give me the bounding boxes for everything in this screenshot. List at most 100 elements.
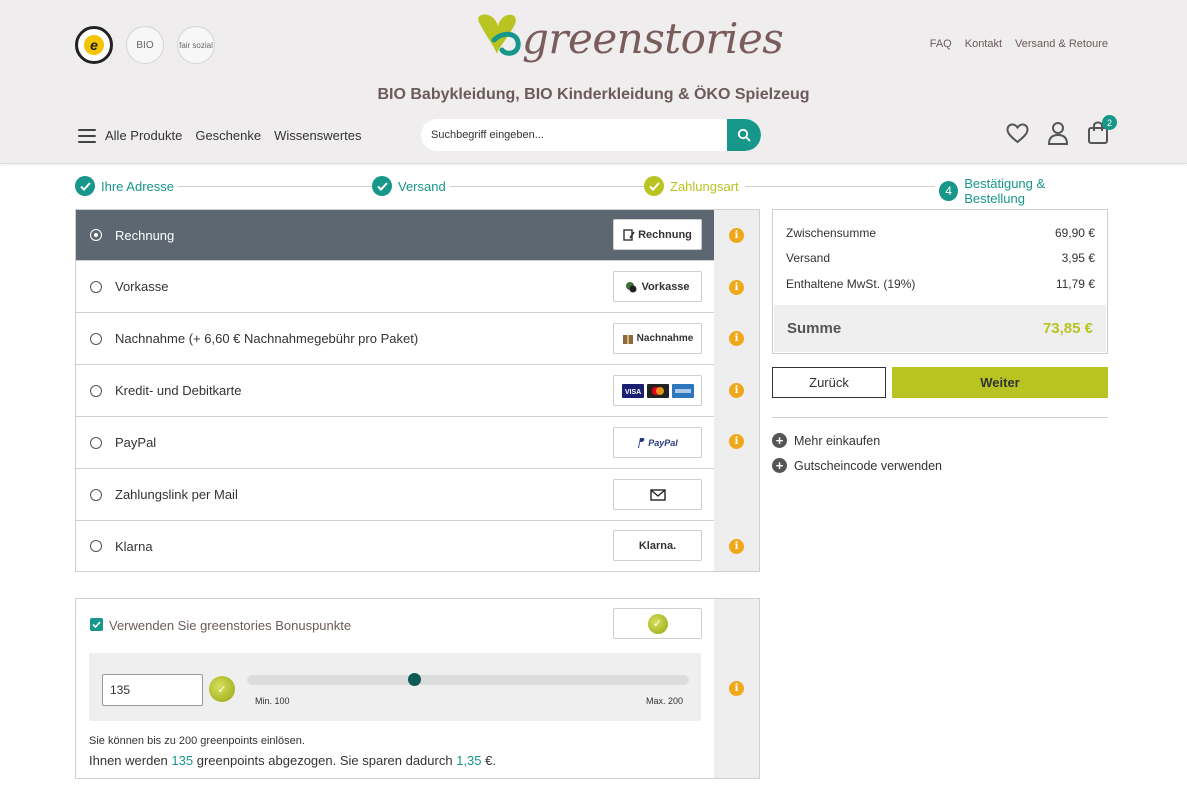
account-user-icon[interactable] xyxy=(1047,121,1069,145)
klarna-logo: Klarna. xyxy=(613,530,702,561)
nav-item-wissenswertes[interactable]: Wissenswertes xyxy=(274,128,361,143)
payment-label: Klarna xyxy=(115,538,153,554)
step-zahlungsart[interactable]: Zahlungsart xyxy=(644,176,743,196)
payment-label: Vorkasse xyxy=(115,279,169,294)
points-slider-handle[interactable] xyxy=(407,673,421,686)
step-number: 4 xyxy=(939,181,959,201)
points-input[interactable]: 135 xyxy=(102,674,203,706)
main-nav: Alle Produkte Geschenke Wissenswertes xyxy=(78,128,362,143)
versand-retoure-link[interactable]: Versand & Retoure xyxy=(1015,38,1108,50)
payment-label: Zahlungslink per Mail xyxy=(115,487,238,502)
search-input[interactable] xyxy=(421,119,727,151)
bonus-points-panel: Verwenden Sie greenstories Bonuspunkte ✓… xyxy=(75,598,760,779)
step-label: Ihre Adresse xyxy=(101,178,174,194)
trust-badges: e BIO fair sozial xyxy=(75,26,215,64)
bonus-note: Sie können bis zu 200 greenpoints einlös… xyxy=(89,735,305,747)
greenpoints-icon: ✓ xyxy=(647,613,668,634)
search-button[interactable] xyxy=(727,119,761,151)
radio-unselected[interactable] xyxy=(90,540,102,552)
mastercard-icon xyxy=(646,383,669,398)
checkout-steps: Ihre Adresse Versand Zahlungsart 4 Bestä… xyxy=(75,176,1108,206)
step-label: Zahlungsart xyxy=(670,178,739,194)
mail-logo xyxy=(613,479,702,510)
back-button[interactable]: Zurück xyxy=(772,367,886,398)
site-header: e BIO fair sozial greenstories BIO Babyk… xyxy=(0,0,1187,164)
paypal-icon xyxy=(638,437,645,448)
faq-link[interactable]: FAQ xyxy=(930,38,952,50)
top-links: FAQ Kontakt Versand & Retoure xyxy=(930,38,1108,50)
bonus-checkbox[interactable] xyxy=(90,618,103,631)
more-shopping-link[interactable]: + Mehr einkaufen xyxy=(772,433,880,448)
header-icons: 2 xyxy=(1006,115,1117,145)
step-bestaetigung[interactable]: 4 Bestätigung & Bestellung xyxy=(935,176,1108,206)
payment-option-vorkasse[interactable]: Vorkasse Vorkasse xyxy=(76,261,714,313)
info-icon[interactable]: i xyxy=(729,228,744,243)
points-deducted: 135 xyxy=(171,753,194,768)
payment-methods: Rechnung Rechnung i Vorkasse Vorkasse i … xyxy=(75,209,760,572)
trusted-shops-badge[interactable]: e xyxy=(75,26,113,64)
payment-option-nachnahme[interactable]: Nachnahme (+ 6,60 € Nachnahmegebühr pro … xyxy=(76,313,714,365)
paypal-logo: PayPal xyxy=(613,427,702,458)
radio-unselected[interactable] xyxy=(90,436,102,449)
voucher-link[interactable]: + Gutscheincode verwenden xyxy=(772,458,942,473)
payment-option-rechnung[interactable]: Rechnung Rechnung xyxy=(76,210,714,261)
payment-label: Rechnung xyxy=(115,227,175,243)
tagline: BIO Babykleidung, BIO Kinderkleidung & Ö… xyxy=(377,86,810,103)
radio-unselected[interactable] xyxy=(90,280,102,293)
info-icon[interactable]: i xyxy=(729,280,744,295)
info-icon[interactable]: i xyxy=(729,539,744,554)
bio-badge[interactable]: BIO xyxy=(126,26,164,64)
points-slider-panel: 135 ✓ Min. 100 Max. 200 xyxy=(89,653,701,721)
step-ihre-adresse[interactable]: Ihre Adresse xyxy=(75,176,178,196)
check-icon xyxy=(92,621,101,628)
search-icon xyxy=(737,128,751,142)
summary-total: Summe 73,85 € xyxy=(774,305,1106,352)
radio-selected[interactable] xyxy=(90,229,102,241)
kontakt-link[interactable]: Kontakt xyxy=(965,38,1002,50)
info-icon[interactable]: i xyxy=(729,681,744,696)
step-versand[interactable]: Versand xyxy=(372,176,450,196)
plus-icon: + xyxy=(772,458,787,473)
brand-name[interactable]: greenstories xyxy=(522,14,784,63)
radio-unselected[interactable] xyxy=(90,384,102,397)
payment-label: Nachnahme (+ 6,60 € Nachnahmegebühr pro … xyxy=(115,331,419,346)
info-icon[interactable]: i xyxy=(729,434,744,449)
amount-saved: 1,35 xyxy=(456,753,482,768)
wishlist-heart-icon[interactable] xyxy=(1006,122,1029,144)
payment-label: PayPal xyxy=(115,435,157,450)
menu-icon[interactable] xyxy=(78,128,96,143)
radio-unselected[interactable] xyxy=(90,488,102,501)
nav-item-geschenke[interactable]: Geschenke xyxy=(195,128,261,143)
radio-unselected[interactable] xyxy=(90,332,102,345)
summary-row-zwischensumme: Zwischensumme 69,90 € xyxy=(786,226,1095,240)
total-label: Summe xyxy=(787,320,842,337)
greenpoints-logo: ✓ xyxy=(613,608,702,639)
divider xyxy=(772,417,1108,418)
plus-icon: + xyxy=(772,433,787,448)
step-label: Bestätigung & Bestellung xyxy=(964,176,1046,206)
package-icon xyxy=(622,334,633,344)
vorkasse-logo: Vorkasse xyxy=(613,271,702,302)
points-slider-track[interactable] xyxy=(247,673,689,686)
total-value: 73,85 € xyxy=(1042,320,1093,337)
cart-button[interactable]: 2 xyxy=(1087,115,1117,145)
payment-option-paypal[interactable]: PayPal PayPal xyxy=(76,417,714,469)
payment-option-klarna[interactable]: Klarna Klarna. xyxy=(76,521,714,571)
summary-row-versand: Versand 3,95 € xyxy=(786,251,1095,265)
card-logos: VISA xyxy=(613,375,702,406)
fair-sozial-badge[interactable]: fair sozial xyxy=(177,26,215,64)
next-button[interactable]: Weiter xyxy=(892,367,1108,398)
check-icon xyxy=(75,176,95,196)
step-label: Versand xyxy=(398,178,446,194)
nav-item-alle-produkte[interactable]: Alle Produkte xyxy=(105,128,182,143)
check-icon xyxy=(372,176,392,196)
info-icon[interactable]: i xyxy=(729,331,744,346)
payment-option-kreditkarte[interactable]: Kredit- und Debitkarte VISA xyxy=(76,365,714,417)
trusted-shops-icon: e xyxy=(84,35,104,55)
bonus-label[interactable]: Verwenden Sie greenstories Bonuspunkte xyxy=(109,618,351,633)
payment-option-zahlungslink[interactable]: Zahlungslink per Mail xyxy=(76,469,714,521)
info-icon[interactable]: i xyxy=(729,383,744,398)
svg-text:VISA: VISA xyxy=(624,389,640,396)
order-summary: Zwischensumme 69,90 € Versand 3,95 € Entha… xyxy=(772,209,1108,354)
cart-count-badge: 2 xyxy=(1102,115,1117,130)
